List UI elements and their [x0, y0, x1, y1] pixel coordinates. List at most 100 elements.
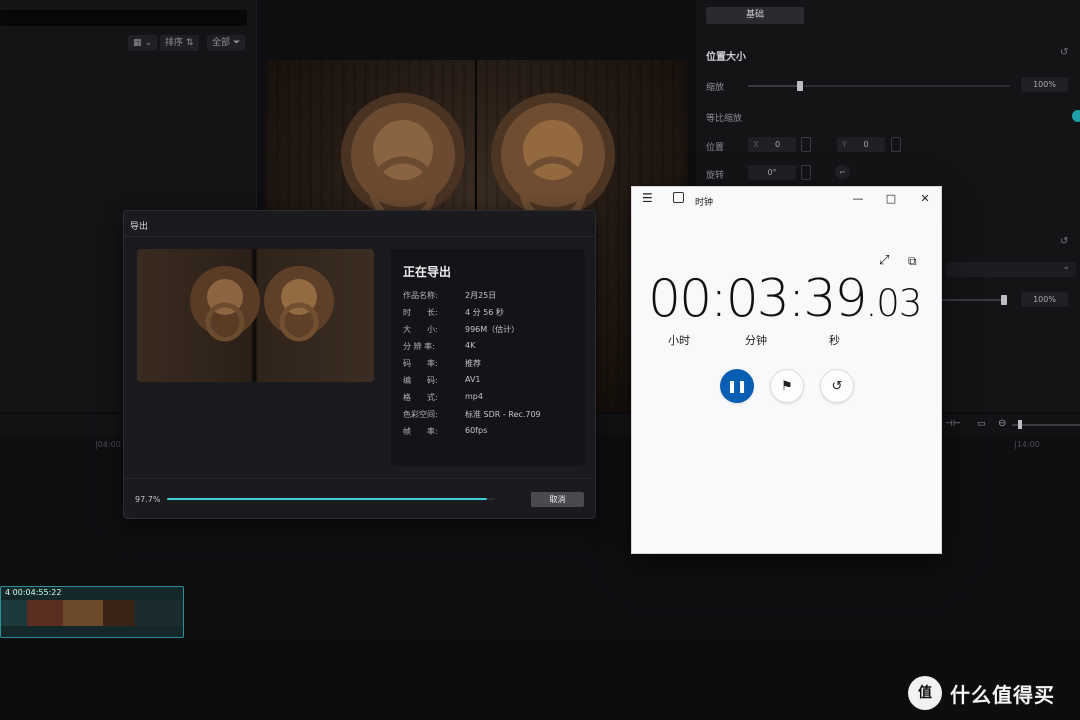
export-status: 正在导出: [403, 265, 452, 279]
clock-window: ☰ 时钟 — □ ✕ ⤢ ⧉ 00:03:39.03 小时 分钟 秒 ❚❚ ⚑ …: [631, 186, 942, 554]
opacity-slider-handle[interactable]: [1001, 295, 1007, 305]
reset-icon[interactable]: ↺: [1060, 47, 1068, 58]
info-key: 色彩空间:: [403, 410, 438, 419]
stopwatch-fraction: .03: [865, 282, 923, 325]
watermark: 值 什么值得买: [908, 676, 1055, 710]
section-title: 位置大小: [706, 52, 746, 63]
unit-minutes: 分钟: [745, 334, 767, 347]
uniform-scale-label: 等比缩放: [706, 114, 743, 124]
info-key: 帧 率:: [403, 427, 438, 436]
maximize-icon[interactable]: □: [881, 191, 901, 207]
tab-basic[interactable]: 基础: [706, 7, 804, 24]
ruler-mark-left: |04:00: [95, 440, 121, 449]
tab-4[interactable]: [996, 7, 1080, 24]
clock-app-icon: [673, 192, 684, 203]
split-icon[interactable]: ⊣⊢: [945, 419, 961, 429]
pos-y-stepper[interactable]: [891, 137, 901, 152]
rotation-value[interactable]: 0°: [748, 165, 796, 180]
pos-y-value: 0: [863, 140, 869, 149]
view-toggle-button[interactable]: ▦ ⌄: [128, 35, 158, 51]
flip-button[interactable]: ⌐: [835, 165, 850, 180]
timeline-clip[interactable]: 4 00:04:55:22: [0, 586, 184, 638]
cancel-button[interactable]: 取消: [531, 492, 584, 507]
ruler-mark-right: |14:00: [1014, 440, 1040, 449]
scale-value[interactable]: 100%: [1021, 77, 1068, 92]
media-search-bar[interactable]: [0, 10, 247, 26]
rotation-label: 旋转: [706, 171, 725, 181]
zoom-out-icon[interactable]: ⊖: [998, 418, 1006, 429]
menu-icon[interactable]: ☰: [642, 191, 653, 205]
info-value: 标准 SDR - Rec.709: [465, 410, 541, 419]
scale-slider-track[interactable]: [748, 85, 800, 87]
rotation-stepper[interactable]: [801, 165, 811, 180]
watermark-text: 什么值得买: [950, 682, 1055, 707]
dropdown-field[interactable]: ⌄: [946, 262, 1076, 277]
info-key: 大 小:: [403, 325, 438, 334]
export-info-row: 分 辨 率: 4K: [403, 341, 583, 352]
clip-label: 4 00:04:55:22: [5, 588, 62, 597]
export-info-row: 码 率: 推荐: [403, 358, 583, 369]
sort-button[interactable]: 排序 ⇅: [160, 35, 199, 51]
opacity-value[interactable]: 100%: [1021, 292, 1068, 307]
expand-icon[interactable]: ⤢: [879, 253, 889, 268]
app-root: ▦ ⌄ 排序 ⇅ 全部 ⏷ 基础 位置大小 ↺ 缩放 100% 等比缩放 位置 …: [0, 0, 1080, 720]
sort-label: 排序: [165, 38, 184, 48]
filter-button[interactable]: 全部 ⏷: [207, 35, 246, 51]
reset-icon-2[interactable]: ↺: [1060, 236, 1068, 247]
info-key: 编 码:: [403, 376, 438, 385]
info-value: 2月25日: [465, 291, 497, 300]
stopwatch-main-time: 00:03:39: [648, 269, 868, 329]
info-value: mp4: [465, 392, 483, 401]
export-thumbnail: [137, 249, 374, 382]
info-value: 推荐: [465, 359, 481, 368]
tab-2[interactable]: [808, 7, 898, 24]
position-label: 位置: [706, 143, 725, 153]
info-key: 码 率:: [403, 359, 438, 368]
lap-button[interactable]: ⚑: [770, 369, 804, 403]
scale-slider-handle[interactable]: [797, 81, 803, 91]
export-info-row: 编 码: AV1: [403, 375, 583, 386]
export-info-row: 作品名称: 2月25日: [403, 290, 583, 301]
info-value: 4K: [465, 341, 476, 350]
stopwatch-display: 00:03:39.03: [648, 269, 923, 329]
export-info-row: 格 式: mp4: [403, 392, 583, 403]
export-progress-bar: [167, 498, 495, 500]
progress-percent: 97.7%: [135, 495, 161, 504]
export-info-row: 色彩空间: 标准 SDR - Rec.709: [403, 409, 583, 420]
sort-icon: ⇅: [186, 38, 194, 48]
info-value: AV1: [465, 375, 481, 384]
door-knockers-thumbnail: [190, 266, 334, 342]
minimize-icon[interactable]: —: [848, 191, 868, 207]
export-info-row: 时 长: 4 分 56 秒: [403, 307, 583, 318]
grid-view-icon: ▦: [133, 38, 142, 48]
close-icon[interactable]: ✕: [915, 191, 935, 207]
preview-icon[interactable]: ▭: [977, 419, 986, 429]
window-title: 时钟: [695, 198, 714, 208]
scale-label: 缩放: [706, 83, 725, 93]
chevron-down-icon: ⌄: [144, 38, 153, 48]
uniform-scale-toggle[interactable]: [1072, 110, 1080, 122]
pos-y-field[interactable]: Y 0: [837, 137, 885, 152]
export-dialog: 导出 正在导出 作品名称: 2月25日时 长: 4 分 56 秒大 小: 996M（估…: [123, 210, 596, 519]
keep-on-top-icon[interactable]: ⧉: [908, 254, 917, 269]
filter-label: 全部: [212, 38, 231, 48]
export-info-row: 大 小: 996M（估计）: [403, 324, 583, 335]
info-value: 996M（估计）: [465, 325, 520, 334]
watermark-logo: 值: [908, 676, 942, 710]
unit-hours: 小时: [668, 334, 690, 347]
zoom-slider-handle[interactable]: [1018, 420, 1022, 429]
reset-icon: ↺: [831, 378, 843, 394]
pos-x-field[interactable]: X 0: [748, 137, 796, 152]
pos-x-stepper[interactable]: [801, 137, 811, 152]
reset-button[interactable]: ↺: [820, 369, 854, 403]
tab-3[interactable]: [902, 7, 992, 24]
zoom-slider[interactable]: [1012, 424, 1080, 426]
pos-x-value: 0: [775, 140, 781, 149]
chevron-down-icon: ⌄: [1062, 262, 1070, 272]
filter-icon: ⏷: [233, 38, 241, 48]
flag-icon: ⚑: [781, 378, 793, 394]
pause-button[interactable]: ❚❚: [720, 369, 754, 403]
info-key: 作品名称:: [403, 291, 438, 300]
unit-seconds: 秒: [829, 334, 840, 347]
info-key: 时 长:: [403, 308, 438, 317]
